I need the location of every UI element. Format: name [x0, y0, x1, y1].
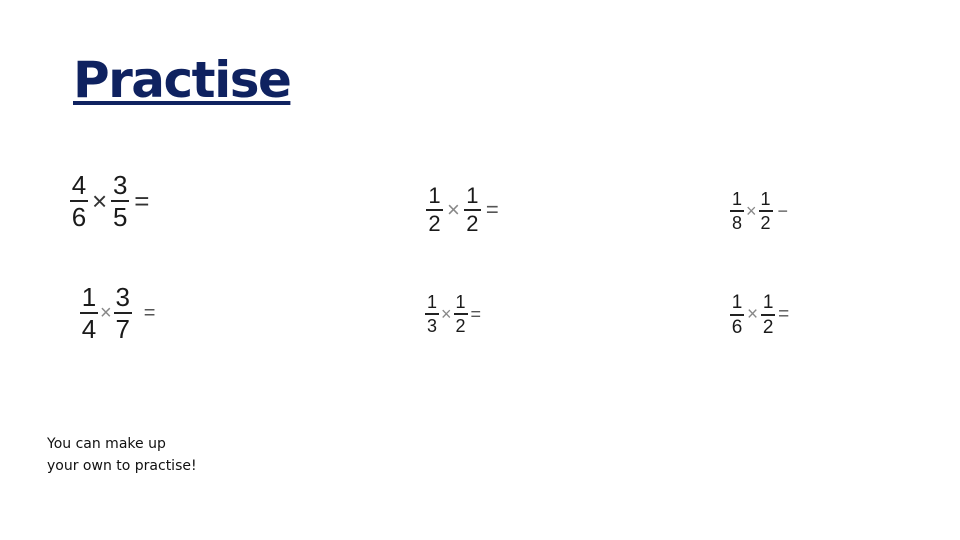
note-line-1: You can make up	[47, 436, 166, 452]
fraction-b: 3 5	[111, 170, 130, 232]
numerator: 1	[426, 292, 437, 312]
minus-sign: −	[777, 200, 789, 221]
fraction-b: 1 2	[758, 189, 773, 233]
instruction-note: You can make up your own to practise!	[47, 433, 197, 477]
fraction-a: 1 6	[730, 293, 744, 337]
multiply-sign: ×	[447, 197, 460, 222]
numerator: 1	[731, 292, 743, 313]
problem-2: 1 2 × 1 2 =	[426, 185, 499, 235]
denominator: 6	[71, 202, 87, 232]
fraction-a: 1 4	[80, 284, 98, 342]
multiply-sign: ×	[100, 301, 112, 324]
fraction-bar	[453, 313, 468, 315]
numerator: 1	[731, 189, 742, 209]
fraction-a: 1 2	[426, 185, 443, 235]
fraction-bar	[425, 313, 439, 315]
denominator: 2	[428, 211, 441, 236]
denominator: 2	[466, 211, 479, 236]
denominator: 5	[112, 202, 128, 232]
equals-sign: =	[134, 185, 150, 216]
problem-4: 1 4 × 3 7 =	[80, 284, 155, 342]
fraction-bar	[761, 314, 776, 316]
fraction-b: 1 2	[761, 292, 776, 338]
fraction-bar	[730, 314, 744, 316]
fraction-a: 1 8	[730, 190, 744, 232]
multiply-sign: ×	[441, 303, 452, 324]
multiply-sign: ×	[746, 200, 757, 221]
equals-sign: =	[778, 304, 790, 325]
numerator: 1	[466, 183, 479, 208]
numerator: 1	[760, 189, 771, 209]
numerator: 1	[762, 292, 774, 313]
page-title: Practise	[73, 51, 292, 109]
fraction-bar	[730, 210, 744, 212]
numerator: 3	[112, 170, 128, 200]
equals-sign: =	[470, 303, 482, 324]
fraction-b: 1 2	[463, 183, 481, 236]
denominator: 7	[115, 314, 130, 344]
fraction-a: 1 3	[425, 293, 439, 335]
numerator: 1	[455, 292, 466, 312]
equals-sign: =	[143, 301, 156, 324]
problem-3: 1 8 × 1 2 −	[730, 190, 788, 232]
fraction-b: 1 2	[453, 292, 468, 336]
denominator: 2	[760, 213, 771, 233]
multiply-sign: ×	[92, 185, 108, 216]
numerator: 4	[71, 170, 87, 200]
numerator: 1	[428, 183, 441, 208]
problem-5: 1 3 × 1 2 =	[425, 293, 481, 335]
denominator: 4	[81, 314, 97, 344]
numerator: 3	[115, 282, 130, 312]
denominator: 6	[731, 317, 743, 338]
denominator: 2	[455, 316, 466, 336]
fraction-bar	[758, 210, 773, 212]
multiply-sign: ×	[747, 304, 759, 325]
denominator: 3	[426, 316, 437, 336]
fraction-a: 4 6	[70, 172, 88, 230]
problem-1: 4 6 × 3 5 =	[70, 172, 149, 230]
denominator: 8	[731, 213, 742, 233]
equals-sign: =	[485, 197, 499, 222]
numerator: 1	[81, 282, 97, 312]
note-line-2: your own to practise!	[47, 458, 197, 474]
denominator: 2	[762, 317, 774, 338]
problem-6: 1 6 × 1 2 =	[730, 293, 789, 337]
fraction-b: 3 7	[113, 282, 132, 344]
